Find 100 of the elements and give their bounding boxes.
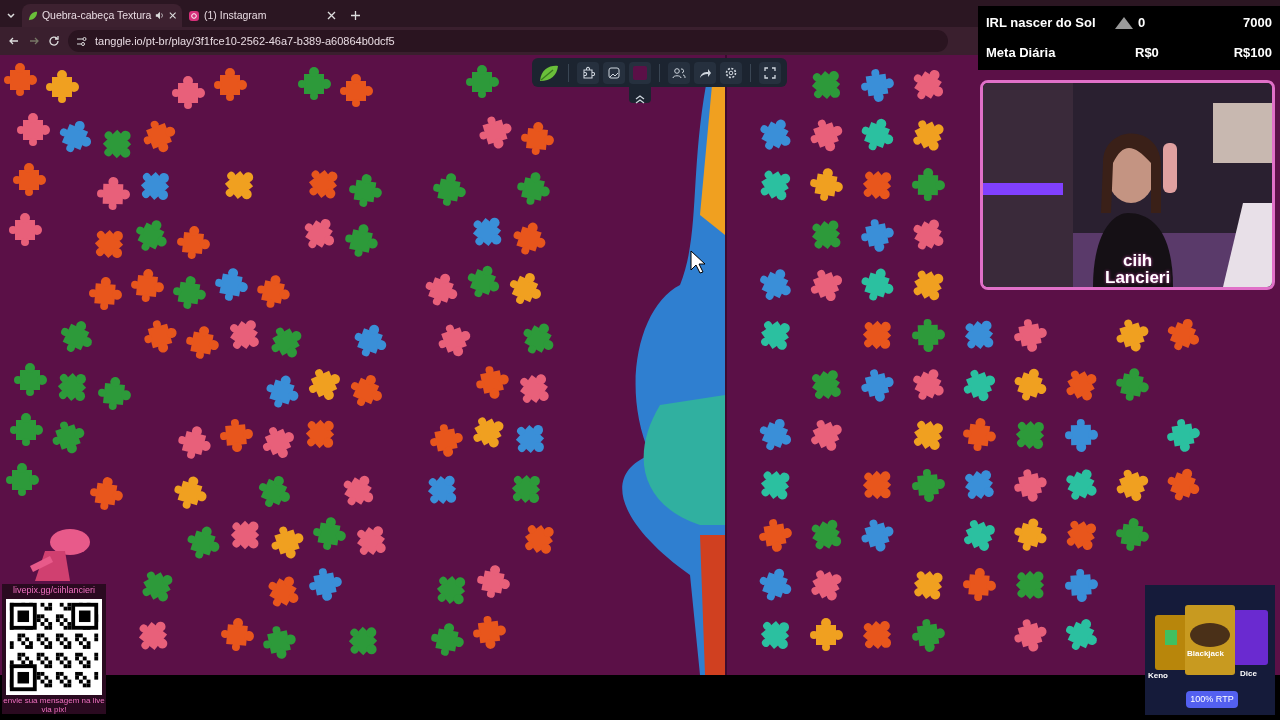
puzzle-piece[interactable] <box>914 571 943 600</box>
puzzle-piece[interactable] <box>1014 518 1047 551</box>
puzzle-piece[interactable] <box>9 213 42 246</box>
puzzle-piece[interactable] <box>511 474 541 504</box>
settings-button[interactable] <box>720 61 742 84</box>
collapse-toolbar-button[interactable] <box>629 86 651 103</box>
reload-icon[interactable] <box>48 35 60 47</box>
puzzle-piece[interactable] <box>308 169 338 199</box>
puzzle-piece[interactable] <box>515 424 545 454</box>
puzzle-piece[interactable] <box>912 469 945 502</box>
puzzle-piece[interactable] <box>861 268 894 301</box>
puzzle-piece-button[interactable] <box>577 61 599 84</box>
puzzle-piece[interactable] <box>57 372 87 402</box>
puzzle-piece[interactable] <box>263 626 296 659</box>
browser-tab[interactable]: (1) Instagram <box>182 4 342 27</box>
puzzle-piece[interactable] <box>1065 419 1098 452</box>
puzzle-piece[interactable] <box>14 363 47 396</box>
puzzle-piece[interactable] <box>89 277 122 310</box>
close-icon[interactable] <box>168 11 176 20</box>
puzzle-piece[interactable] <box>230 520 260 550</box>
puzzle-piece[interactable] <box>479 116 512 149</box>
puzzle-piece[interactable] <box>513 222 546 255</box>
puzzle-piece[interactable] <box>214 68 247 101</box>
puzzle-piece[interactable] <box>144 320 177 353</box>
puzzle-piece[interactable] <box>1116 368 1149 401</box>
puzzle-piece[interactable] <box>810 269 843 302</box>
puzzle-piece[interactable] <box>173 276 206 309</box>
puzzle-piece[interactable] <box>102 129 132 159</box>
puzzle-piece[interactable] <box>357 526 386 555</box>
background-color-button[interactable] <box>629 61 651 84</box>
share-button[interactable] <box>694 61 716 84</box>
puzzle-piece[interactable] <box>812 370 841 399</box>
puzzle-piece[interactable] <box>6 463 39 496</box>
puzzle-piece[interactable] <box>431 623 464 656</box>
puzzle-piece[interactable] <box>912 319 945 352</box>
puzzle-piece[interactable] <box>466 65 499 98</box>
puzzle-piece[interactable] <box>266 375 299 408</box>
puzzle-piece[interactable] <box>862 470 892 500</box>
puzzle-piece[interactable] <box>467 265 500 298</box>
rtp-button[interactable]: 100% RTP <box>1186 691 1238 708</box>
puzzle-piece[interactable] <box>520 374 549 403</box>
puzzle-piece[interactable] <box>90 477 123 510</box>
puzzle-piece[interactable] <box>224 170 254 200</box>
puzzle-piece[interactable] <box>1014 619 1047 652</box>
address-bar[interactable]: tanggle.io/pt-br/play/3f1fce10-2562-46a7-b389-a60864b0dcf5 <box>68 30 948 52</box>
puzzle-piece[interactable] <box>861 219 894 252</box>
puzzle-piece[interactable] <box>759 519 792 552</box>
puzzle-piece[interactable] <box>349 174 382 207</box>
puzzle-piece[interactable] <box>963 568 996 601</box>
puzzle-piece[interactable] <box>186 326 219 359</box>
puzzle-piece[interactable] <box>472 217 502 247</box>
puzzle-piece[interactable] <box>1116 518 1149 551</box>
puzzle-piece[interactable] <box>174 476 207 509</box>
puzzle-piece[interactable] <box>271 526 304 559</box>
puzzle-piece[interactable] <box>759 568 792 601</box>
puzzle-piece[interactable] <box>425 273 458 306</box>
puzzle-piece[interactable] <box>525 525 554 554</box>
puzzle-piece[interactable] <box>861 118 894 151</box>
puzzle-piece[interactable] <box>345 224 378 257</box>
puzzle-piece[interactable] <box>810 618 843 651</box>
puzzle-piece[interactable] <box>761 321 790 350</box>
puzzle-piece[interactable] <box>862 320 892 350</box>
puzzle-piece[interactable] <box>433 173 466 206</box>
puzzle-piece[interactable] <box>963 369 996 402</box>
puzzle-piece[interactable] <box>517 172 550 205</box>
puzzle-piece[interactable] <box>131 269 164 302</box>
browser-tab[interactable]: Quebra-cabeça Textura <box>22 4 182 27</box>
puzzle-piece[interactable] <box>810 168 843 201</box>
puzzle-piece[interactable] <box>862 620 892 650</box>
puzzle-piece[interactable] <box>1065 569 1098 602</box>
puzzle-piece[interactable] <box>760 620 790 650</box>
puzzle-piece[interactable] <box>760 470 790 500</box>
puzzle-piece[interactable] <box>172 76 205 109</box>
site-info-icon[interactable] <box>76 35 87 47</box>
puzzle-piece[interactable] <box>1014 368 1047 401</box>
puzzle-piece[interactable] <box>98 377 131 410</box>
puzzle-piece[interactable] <box>427 475 457 505</box>
players-button[interactable] <box>668 61 690 84</box>
puzzle-piece[interactable] <box>810 119 843 152</box>
puzzle-piece[interactable] <box>430 424 463 457</box>
puzzle-piece[interactable] <box>438 324 471 357</box>
puzzle-piece[interactable] <box>965 470 994 499</box>
puzzle-piece[interactable] <box>4 63 37 96</box>
puzzle-piece[interactable] <box>914 421 943 450</box>
puzzle-piece[interactable] <box>305 419 335 449</box>
forward-icon[interactable] <box>28 35 40 47</box>
puzzle-piece[interactable] <box>759 418 792 451</box>
puzzle-piece[interactable] <box>52 421 85 454</box>
puzzle-piece[interactable] <box>138 621 168 651</box>
pix-link[interactable]: livepix.gg/ciihlancieri <box>2 584 106 598</box>
puzzle-piece[interactable] <box>13 163 46 196</box>
new-tab-icon[interactable] <box>350 10 361 21</box>
puzzle-piece[interactable] <box>1167 468 1200 501</box>
puzzle-piece[interactable] <box>313 517 346 550</box>
puzzle-piece[interactable] <box>1116 319 1149 352</box>
puzzle-piece[interactable] <box>861 369 894 402</box>
puzzle-piece[interactable] <box>1015 570 1045 600</box>
puzzle-piece[interactable] <box>1167 419 1200 452</box>
puzzle-piece[interactable] <box>861 69 894 102</box>
close-icon[interactable] <box>327 11 336 20</box>
